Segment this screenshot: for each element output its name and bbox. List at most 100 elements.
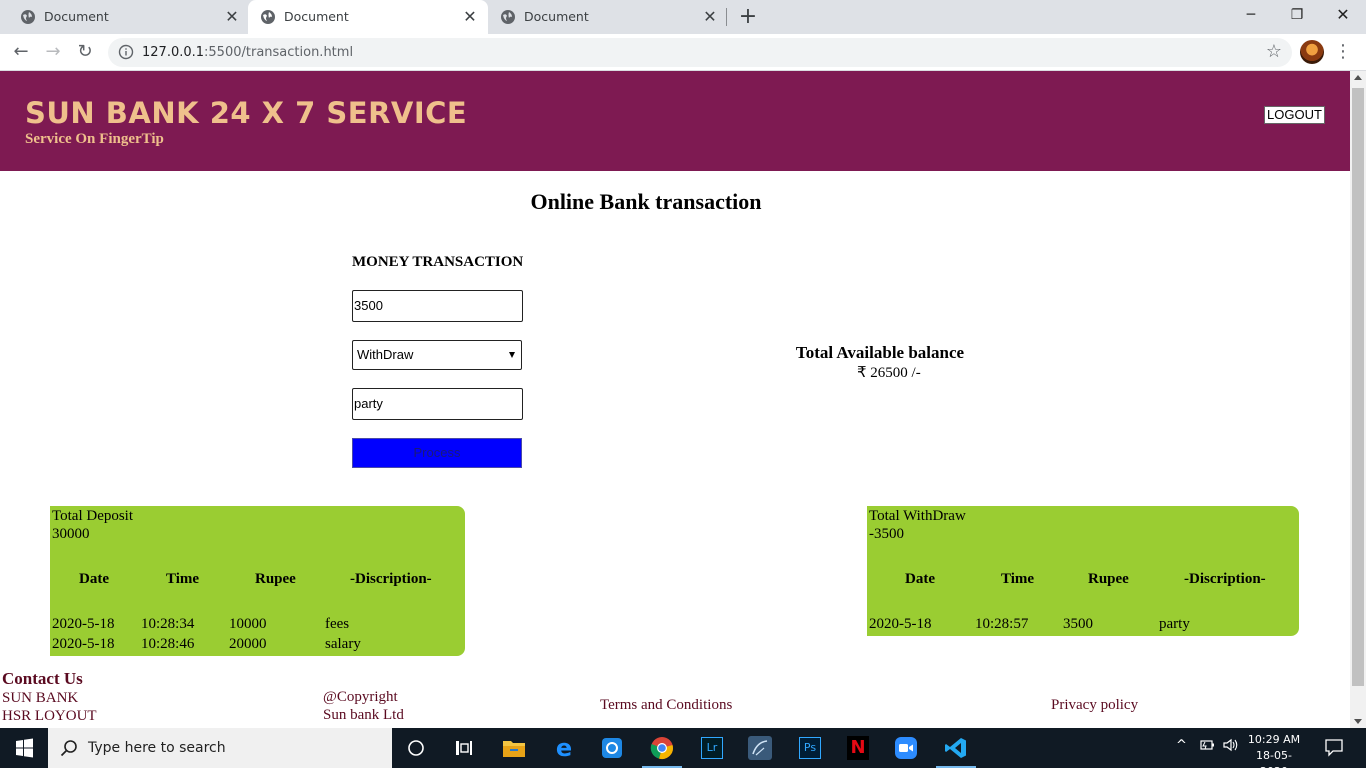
page-title: Online Bank transaction	[530, 189, 762, 214]
copyright-line: @Copyright	[323, 689, 398, 705]
process-button[interactable]: Process	[352, 438, 522, 468]
battery-icon[interactable]	[1198, 738, 1216, 756]
mysql-workbench-icon[interactable]	[736, 728, 784, 768]
restore-icon[interactable]: ❐	[1274, 0, 1320, 30]
globe-icon	[501, 10, 515, 24]
caret-down-icon	[509, 352, 515, 358]
page-scrollbar[interactable]	[1350, 71, 1366, 728]
contact-line: SUN BANK	[2, 690, 79, 706]
vscode-icon[interactable]	[932, 728, 980, 768]
table-cell-time: 10:28:46	[141, 636, 195, 652]
table-cell-rupee: 3500	[1063, 616, 1093, 632]
scroll-down-arrow-icon[interactable]	[1354, 719, 1362, 724]
brand-subtitle: Service On FingerTip	[25, 131, 164, 147]
close-icon[interactable]: ✕	[700, 7, 720, 27]
photos-icon[interactable]	[588, 728, 636, 768]
deposit-total: 30000	[52, 526, 90, 542]
browser-tab-3[interactable]: Document ✕	[488, 0, 728, 34]
brand-title: SUN BANK 24 X 7 SERVICE	[25, 96, 468, 130]
column-header-date: Date	[905, 571, 935, 587]
profile-avatar[interactable]	[1300, 40, 1324, 64]
task-view-icon[interactable]	[392, 728, 440, 768]
arrow-right-icon[interactable]: →	[40, 39, 66, 65]
copyright-line: Sun bank Ltd	[323, 707, 404, 723]
new-tab-plus-icon[interactable]: +	[736, 4, 760, 30]
table-cell-time: 10:28:34	[141, 616, 195, 632]
transaction-type-select[interactable]: WithDraw	[352, 340, 522, 370]
globe-icon	[21, 10, 35, 24]
table-cell-time: 10:28:57	[975, 616, 1029, 632]
column-header-date: Date	[79, 571, 109, 587]
table-cell-date: 2020-5-18	[869, 616, 932, 632]
table-cell-rupee: 20000	[229, 636, 267, 652]
browser-tab-2[interactable]: Document ✕	[248, 0, 488, 34]
address-bar[interactable]: 127.0.0.1:5500/transaction.html ☆	[108, 38, 1292, 67]
url-text: 127.0.0.1:5500/transaction.html	[142, 45, 353, 60]
minimize-icon[interactable]: ─	[1228, 0, 1274, 30]
close-icon[interactable]: ✕	[460, 7, 480, 27]
lightroom-icon[interactable]: Lr	[688, 728, 736, 768]
tab-title: Document	[284, 9, 349, 24]
tab-title: Document	[44, 9, 109, 24]
arrow-left-icon[interactable]: ←	[8, 39, 34, 65]
zoom-icon[interactable]	[882, 728, 930, 768]
browser-toolbar: ← → ↻ 127.0.0.1:5500/transaction.html ☆	[0, 34, 1366, 71]
browser-tab-1[interactable]: Document ✕	[8, 0, 248, 34]
form-title: MONEY TRANSACTION	[352, 254, 524, 270]
file-explorer-icon[interactable]	[490, 728, 538, 768]
windows-start-icon[interactable]	[0, 728, 48, 768]
column-header-description: -Discription-	[1184, 571, 1266, 587]
column-header-time: Time	[166, 571, 200, 587]
tab-separator	[726, 8, 727, 26]
search-icon	[60, 740, 77, 757]
tab-title: Document	[524, 9, 589, 24]
site-header: SUN BANK 24 X 7 SERVICE Service On Finge…	[0, 71, 1350, 171]
taskbar-clock[interactable]: 10:29 AM 18-05-2020	[1244, 732, 1304, 768]
deposit-card: Total Deposit 30000 Date Time Rupee -Dis…	[50, 506, 465, 656]
logout-button[interactable]: LOGOUT	[1264, 106, 1325, 124]
photoshop-icon[interactable]: Ps	[786, 728, 834, 768]
scrollbar-thumb[interactable]	[1352, 88, 1364, 686]
description-input[interactable]: party	[352, 388, 523, 420]
chrome-icon[interactable]	[638, 728, 686, 768]
edge-icon[interactable]: e	[540, 728, 588, 768]
url-path: :5500/transaction.html	[204, 45, 354, 60]
withdraw-total: -3500	[869, 526, 904, 542]
search-placeholder: Type here to search	[88, 740, 226, 756]
transaction-type-value: WithDraw	[357, 347, 414, 362]
table-cell-description: party	[1159, 616, 1190, 632]
window-close-icon[interactable]: ✕	[1320, 0, 1366, 30]
withdraw-title: Total WithDraw	[869, 508, 966, 524]
speaker-icon[interactable]	[1222, 738, 1240, 756]
taskbar-search-box[interactable]: Type here to search	[48, 728, 392, 768]
terms-link[interactable]: Terms and Conditions	[600, 697, 732, 714]
notification-icon[interactable]	[1324, 737, 1344, 761]
table-cell-rupee: 10000	[229, 616, 267, 632]
footer-copyright: @Copyright Sun bank Ltd	[323, 688, 404, 724]
kebab-menu-icon[interactable]: ⋮	[1334, 40, 1352, 64]
close-icon[interactable]: ✕	[222, 7, 242, 27]
windows-taskbar: Type here to search e Lr Ps N ^ 10:29 AM…	[0, 728, 1366, 768]
netflix-icon[interactable]: N	[834, 728, 882, 768]
scroll-up-arrow-icon[interactable]	[1354, 75, 1362, 80]
star-icon[interactable]: ☆	[1266, 41, 1282, 62]
url-host: 127.0.0.1	[142, 45, 205, 60]
table-cell-description: salary	[325, 636, 361, 652]
column-header-rupee: Rupee	[1088, 571, 1129, 587]
table-cell-date: 2020-5-18	[52, 636, 115, 652]
info-icon[interactable]	[118, 44, 134, 60]
globe-icon	[261, 10, 275, 24]
page-viewport: SUN BANK 24 X 7 SERVICE Service On Finge…	[0, 71, 1350, 728]
withdraw-card: Total WithDraw -3500 Date Time Rupee -Di…	[867, 506, 1299, 636]
taskbar-multitask-icon[interactable]	[440, 728, 488, 768]
contact-line: HSR LOYOUT	[2, 708, 97, 724]
clock-date: 18-05-2020	[1256, 749, 1292, 768]
column-header-rupee: Rupee	[255, 571, 296, 587]
privacy-link[interactable]: Privacy policy	[1051, 697, 1138, 714]
reload-icon[interactable]: ↻	[72, 39, 98, 65]
table-cell-description: fees	[325, 616, 350, 632]
deposit-title: Total Deposit	[52, 508, 134, 524]
browser-tab-strip: Document ✕ Document ✕ Document ✕ + ─ ❐ ✕	[0, 0, 1366, 34]
amount-input[interactable]: 3500	[352, 290, 523, 322]
chevron-up-icon[interactable]: ^	[1176, 738, 1187, 753]
